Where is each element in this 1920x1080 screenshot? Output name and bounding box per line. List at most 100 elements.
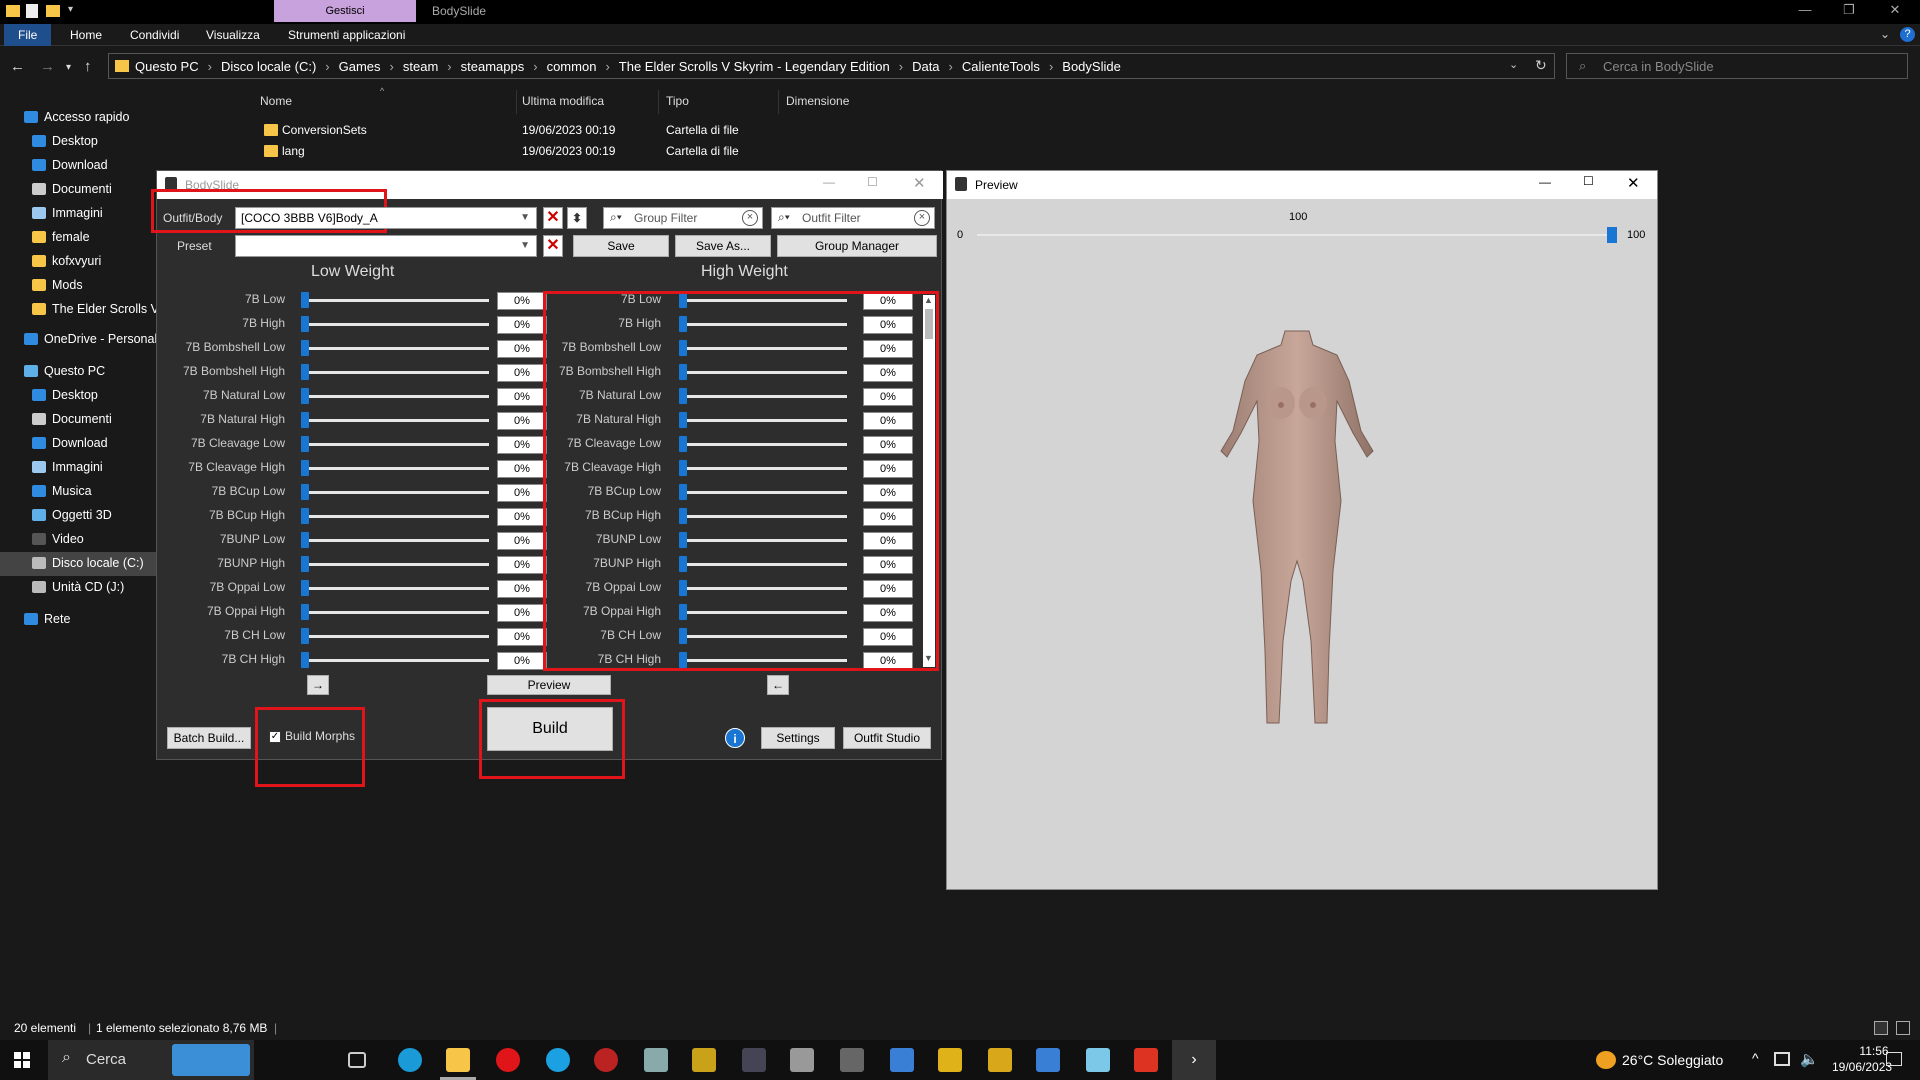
nav-item[interactable]: Video bbox=[0, 528, 160, 552]
app-paint-icon[interactable] bbox=[644, 1048, 668, 1072]
notification-icon[interactable] bbox=[1886, 1052, 1902, 1066]
breadcrumb-separator[interactable]: › bbox=[390, 59, 394, 74]
nav-item[interactable]: Download bbox=[0, 154, 160, 178]
taskbar-search[interactable]: ⌕ Cerca bbox=[48, 1040, 254, 1080]
help-icon[interactable]: ? bbox=[1900, 27, 1915, 42]
refresh-icon[interactable]: ↻ bbox=[1535, 57, 1547, 74]
tab-visualizza[interactable]: Visualizza bbox=[192, 24, 274, 46]
nav-item[interactable]: Desktop bbox=[0, 130, 160, 154]
opera-icon[interactable] bbox=[496, 1048, 520, 1072]
minimize-button[interactable]: — bbox=[1539, 175, 1551, 189]
app-red-gear-icon[interactable] bbox=[594, 1048, 618, 1072]
volume-icon[interactable]: 🔈 bbox=[1800, 1050, 1819, 1068]
outfit-filter-input[interactable]: ⌕▾ Outfit Filter × bbox=[771, 207, 935, 229]
chevron-down-icon[interactable]: ▾ bbox=[68, 4, 73, 15]
nav-item[interactable]: The Elder Scrolls V S bbox=[0, 298, 171, 322]
large-icons-view-icon[interactable] bbox=[1896, 1021, 1910, 1035]
quick-access-toolbar[interactable]: ▾ bbox=[6, 4, 96, 20]
expand-ribbon-icon[interactable]: ⌄ bbox=[1880, 27, 1890, 41]
bodyslide-taskbar-item[interactable]: › bbox=[1172, 1040, 1216, 1080]
app-blue-icon[interactable] bbox=[890, 1048, 914, 1072]
clock-date[interactable]: 19/06/2023 bbox=[1832, 1060, 1892, 1074]
weight-slider[interactable] bbox=[977, 225, 1617, 245]
outfit-body-dropdown[interactable]: [COCO 3BBB V6]Body_A ▼ bbox=[235, 207, 537, 229]
breadcrumb-item[interactable]: Disco locale (C:) bbox=[221, 59, 316, 74]
weight-slider-thumb[interactable] bbox=[1607, 227, 1617, 243]
windows-start-icon[interactable] bbox=[14, 1052, 30, 1068]
app-dll-icon[interactable] bbox=[938, 1048, 962, 1072]
list-item[interactable]: lang 19/06/2023 00:19 Cartella di file bbox=[244, 141, 944, 161]
batch-build-button[interactable]: Batch Build... bbox=[167, 727, 251, 749]
tab-file[interactable]: File bbox=[4, 24, 52, 46]
move-left-button[interactable]: ← bbox=[767, 675, 789, 695]
search-input[interactable]: ⌕ Cerca in BodySlide bbox=[1566, 53, 1908, 79]
nav-item[interactable]: Mods bbox=[0, 274, 160, 298]
group-filter-input[interactable]: ⌕▾ Group Filter × bbox=[603, 207, 763, 229]
back-arrow-icon[interactable]: ← bbox=[10, 58, 25, 75]
nav-item[interactable]: Immagini bbox=[0, 202, 160, 226]
edge-icon[interactable] bbox=[398, 1048, 422, 1072]
app-red-f-icon[interactable] bbox=[1134, 1048, 1158, 1072]
app-cyan-icon[interactable] bbox=[1086, 1048, 1110, 1072]
nav-item[interactable]: Documenti bbox=[0, 178, 160, 202]
column-ultima-modifica[interactable]: Ultima modifica bbox=[522, 94, 604, 108]
nav-item[interactable]: Documenti bbox=[0, 408, 160, 432]
network-icon[interactable] bbox=[1774, 1052, 1790, 1066]
address-field[interactable]: Questo PC › Disco locale (C:) › Games › steam ›… bbox=[108, 53, 1555, 79]
nav-network[interactable]: Rete bbox=[0, 608, 160, 632]
tab-strumenti-applicazioni[interactable]: Strumenti applicazioni bbox=[274, 24, 419, 46]
address-dropdown-icon[interactable]: ⌄ bbox=[1509, 58, 1518, 71]
column-separator[interactable] bbox=[658, 90, 659, 114]
breadcrumb-separator[interactable]: › bbox=[325, 59, 329, 74]
breadcrumb-item[interactable]: BodySlide bbox=[1062, 59, 1121, 74]
breadcrumb-separator[interactable]: › bbox=[533, 59, 537, 74]
nav-item[interactable]: Desktop bbox=[0, 384, 160, 408]
delete-preset-button[interactable]: ✕ bbox=[543, 235, 563, 257]
clear-icon[interactable]: × bbox=[742, 210, 758, 226]
nav-item[interactable]: female bbox=[0, 226, 160, 250]
nav-onedrive[interactable]: OneDrive - Personal bbox=[0, 328, 160, 352]
breadcrumb-separator[interactable]: › bbox=[949, 59, 953, 74]
breadcrumb-item[interactable]: CalienteTools bbox=[962, 59, 1040, 74]
up-arrow-icon[interactable]: ↑ bbox=[84, 58, 92, 75]
task-view-icon[interactable] bbox=[348, 1052, 366, 1068]
weather-icon[interactable] bbox=[1596, 1051, 1616, 1069]
column-dimensione[interactable]: Dimensione bbox=[786, 94, 849, 108]
forward-arrow-icon[interactable]: → bbox=[40, 58, 55, 75]
tab-condividi[interactable]: Condividi bbox=[116, 24, 193, 46]
move-right-button[interactable]: → bbox=[307, 675, 329, 695]
file-explorer-icon[interactable] bbox=[446, 1048, 470, 1072]
settings-button[interactable]: Settings bbox=[761, 727, 835, 749]
nav-quick-access[interactable]: Accesso rapido bbox=[0, 106, 160, 130]
context-tab-gestisci[interactable]: Gestisci bbox=[274, 0, 416, 22]
breadcrumb-item[interactable]: steam bbox=[403, 59, 438, 74]
app-pen-icon[interactable] bbox=[742, 1048, 766, 1072]
breadcrumb-separator[interactable]: › bbox=[447, 59, 451, 74]
nav-item[interactable]: Musica bbox=[0, 480, 160, 504]
minimize-button[interactable]: — bbox=[1782, 2, 1828, 17]
breadcrumb-separator[interactable]: › bbox=[899, 59, 903, 74]
build-morphs-checkbox[interactable]: ✓ bbox=[269, 731, 281, 743]
maximize-button[interactable]: ☐ bbox=[1583, 174, 1594, 188]
app-window-icon[interactable] bbox=[1036, 1048, 1060, 1072]
preview-button[interactable]: Preview bbox=[487, 675, 611, 695]
preset-dropdown[interactable]: ▼ bbox=[235, 235, 537, 257]
column-nome[interactable]: Nome bbox=[260, 94, 292, 108]
app-grey-icon[interactable] bbox=[790, 1048, 814, 1072]
outfit-studio-button[interactable]: Outfit Studio bbox=[843, 727, 931, 749]
recent-chevron-icon[interactable]: ▾ bbox=[66, 62, 71, 73]
breadcrumb-separator[interactable]: › bbox=[605, 59, 609, 74]
nav-this-pc[interactable]: Questo PC bbox=[0, 360, 160, 384]
scroll-thumb[interactable] bbox=[925, 309, 933, 339]
column-separator[interactable] bbox=[516, 90, 517, 114]
breadcrumb-separator[interactable]: › bbox=[208, 59, 212, 74]
group-manager-button[interactable]: Group Manager bbox=[777, 235, 937, 257]
close-button[interactable]: ✕ bbox=[913, 174, 926, 192]
nav-item[interactable]: Immagini bbox=[0, 456, 160, 480]
column-separator[interactable] bbox=[778, 90, 779, 114]
tab-home[interactable]: Home bbox=[56, 24, 116, 46]
new-folder-icon[interactable] bbox=[46, 5, 60, 17]
nav-item[interactable]: Disco locale (C:) bbox=[0, 552, 160, 576]
body-model-render[interactable] bbox=[1177, 311, 1417, 731]
group-filter-pick-icon[interactable]: ⬍ bbox=[567, 207, 587, 229]
